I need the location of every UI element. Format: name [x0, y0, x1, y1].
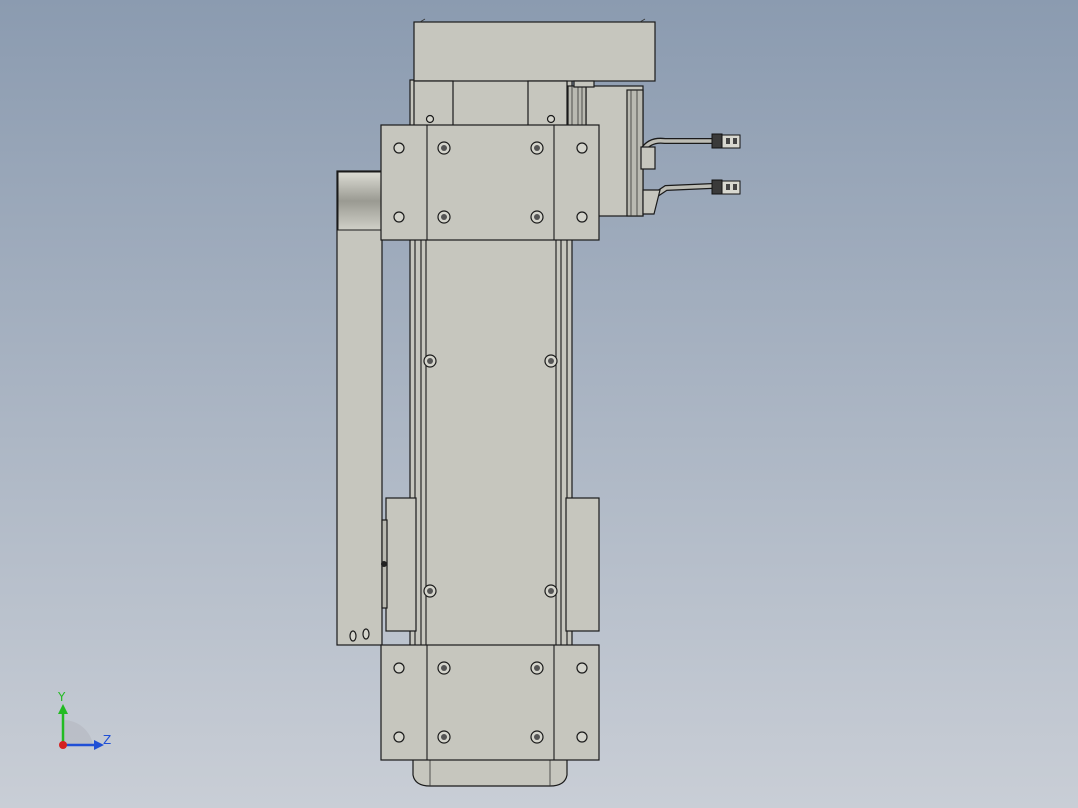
y-axis-label: Y — [57, 690, 66, 704]
bracket-slot-2 — [362, 628, 370, 640]
connector-2 — [711, 179, 723, 195]
carriage-block-left — [385, 497, 417, 632]
cad-viewport[interactable]: Y Z — [0, 0, 1078, 808]
bottom-mounting-plate — [380, 644, 600, 761]
motor-housing — [413, 21, 656, 82]
connector-1 — [711, 133, 723, 149]
x-axis-point — [59, 741, 67, 749]
cad-canvas[interactable]: Y Z — [0, 0, 1078, 808]
bracket-slot-1 — [349, 630, 357, 642]
carriage-block-right — [565, 497, 600, 632]
z-axis-label: Z — [103, 733, 111, 747]
top-mounting-plate — [380, 124, 600, 241]
side-bracket-cylinder — [337, 171, 382, 231]
side-bracket — [336, 170, 383, 646]
